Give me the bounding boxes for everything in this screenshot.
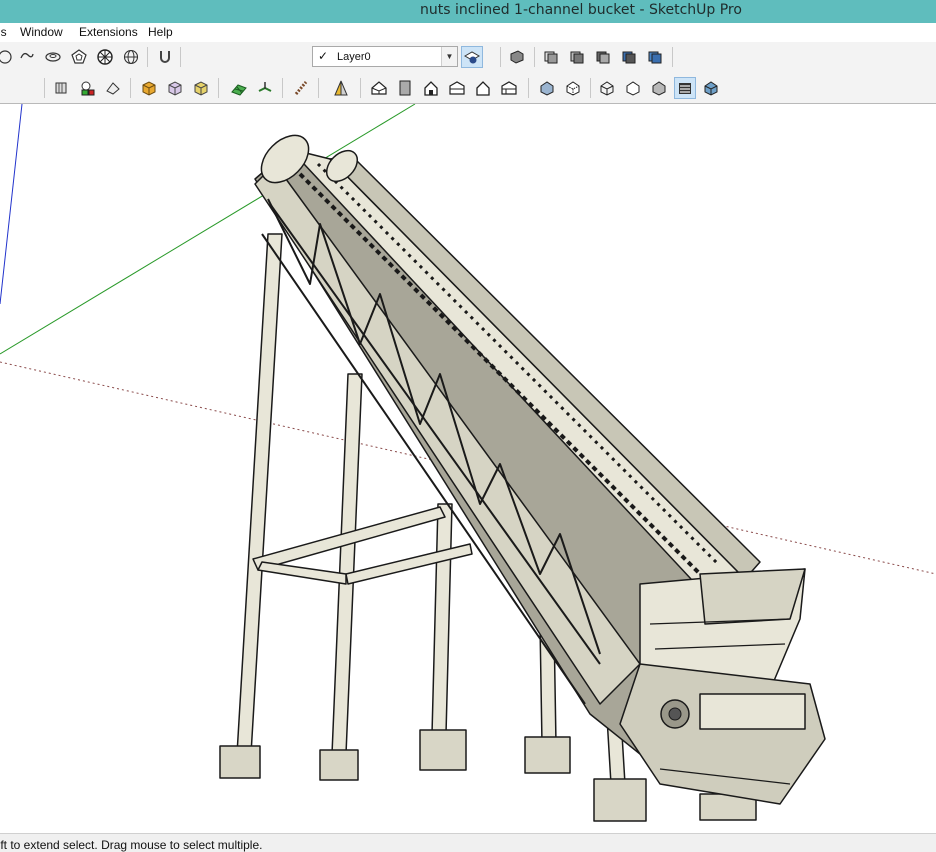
shaded-with-textures-icon[interactable] <box>674 77 696 99</box>
wire-sphere-icon[interactable] <box>120 46 142 68</box>
menu-window[interactable]: Window <box>20 25 63 39</box>
layer-dropdown[interactable]: ✓ Layer0 ▼ <box>312 46 458 67</box>
leg-foot <box>419 729 467 771</box>
leg-foot <box>593 778 647 822</box>
component-icon[interactable] <box>138 77 160 99</box>
materials-icon[interactable] <box>164 77 186 99</box>
geodesic-sphere-icon[interactable] <box>94 46 116 68</box>
toolbar-separator <box>282 78 283 98</box>
toolbar-separator <box>218 78 219 98</box>
x-ray-icon[interactable] <box>540 46 562 68</box>
iso-view-icon[interactable] <box>368 77 390 99</box>
model-viewport[interactable] <box>0 103 936 833</box>
back-edges-style-icon[interactable] <box>562 77 584 99</box>
toolbar-bottom <box>0 73 936 104</box>
dodecahedron-icon[interactable] <box>68 46 90 68</box>
shaded-icon[interactable] <box>644 46 666 68</box>
window-title: nuts inclined 1-channel bucket - SketchU… <box>420 2 742 18</box>
toolbar-top: ✓ Layer0 ▼ <box>0 42 936 74</box>
right-view-icon[interactable] <box>446 77 468 99</box>
leg-foot <box>319 749 359 781</box>
drive-housing <box>619 663 826 805</box>
circle-tool-icon[interactable] <box>0 46 16 68</box>
styles-icon[interactable] <box>190 77 212 99</box>
wireframe-style-icon[interactable] <box>596 77 618 99</box>
toolbar-separator <box>318 78 319 98</box>
model-canvas[interactable] <box>0 103 936 833</box>
section-cut-icon[interactable] <box>330 77 352 99</box>
drive-motor <box>699 693 806 730</box>
toolbar-separator <box>147 47 148 67</box>
toolbar-separator <box>672 47 673 67</box>
check-icon: ✓ <box>318 49 329 63</box>
blue-axis <box>0 103 23 305</box>
hidden-line-icon[interactable] <box>618 46 640 68</box>
status-bar: hift to extend select. Drag mouse to sel… <box>0 833 936 852</box>
x-ray-style-icon[interactable] <box>536 77 558 99</box>
smoove-icon[interactable] <box>254 77 276 99</box>
top-view-icon[interactable] <box>394 77 416 99</box>
menu-tools[interactable]: ls <box>0 25 7 39</box>
support-leg <box>236 233 283 755</box>
toolbar-separator <box>44 78 45 98</box>
back-edges-icon[interactable] <box>566 46 588 68</box>
toolbar-separator <box>360 78 361 98</box>
bucket-elevator-model[interactable] <box>219 126 826 822</box>
support-leg <box>431 503 453 735</box>
toolbar-separator <box>534 47 535 67</box>
back-view-icon[interactable] <box>472 77 494 99</box>
magnet-tool-icon[interactable] <box>154 46 176 68</box>
layer-manager-icon[interactable] <box>461 46 483 68</box>
front-view-icon[interactable] <box>420 77 442 99</box>
shell-icon[interactable] <box>50 77 72 99</box>
shaded-style-icon[interactable] <box>648 77 670 99</box>
menu-extensions[interactable]: Extensions <box>79 25 138 39</box>
toolbar-separator <box>590 78 591 98</box>
left-view-icon[interactable] <box>498 77 520 99</box>
menu-bar: ls Window Extensions Help <box>0 23 936 42</box>
leg-foot <box>524 736 571 774</box>
current-layer-name: Layer0 <box>337 51 371 63</box>
hidden-line-style-icon[interactable] <box>622 77 644 99</box>
monochrome-icon[interactable] <box>700 77 722 99</box>
menu-help[interactable]: Help <box>148 25 173 39</box>
cross-beam <box>257 561 347 585</box>
follow-me-icon[interactable] <box>290 77 312 99</box>
freehand-tool-icon[interactable] <box>16 46 38 68</box>
solid-tools-icon[interactable] <box>76 77 98 99</box>
support-leg <box>331 373 363 755</box>
leg-foot <box>219 745 261 779</box>
chevron-down-icon[interactable]: ▼ <box>441 47 457 66</box>
wireframe-icon[interactable] <box>592 46 614 68</box>
sandbox-icon[interactable] <box>228 77 250 99</box>
toolbar-separator <box>528 78 529 98</box>
section-plane-icon[interactable] <box>506 46 528 68</box>
cross-beam <box>345 543 473 585</box>
toolbar-separator <box>500 47 501 67</box>
blank-tool-slot <box>0 77 18 99</box>
hopper-inlet <box>699 568 806 625</box>
sphere-tool-icon[interactable] <box>42 46 64 68</box>
title-bar: nuts inclined 1-channel bucket - SketchU… <box>0 0 936 23</box>
drive-shaft <box>668 707 682 721</box>
status-hint: hift to extend select. Drag mouse to sel… <box>0 838 263 852</box>
soften-edges-icon[interactable] <box>102 77 124 99</box>
toolbar-separator <box>130 78 131 98</box>
toolbar-separator <box>180 47 181 67</box>
